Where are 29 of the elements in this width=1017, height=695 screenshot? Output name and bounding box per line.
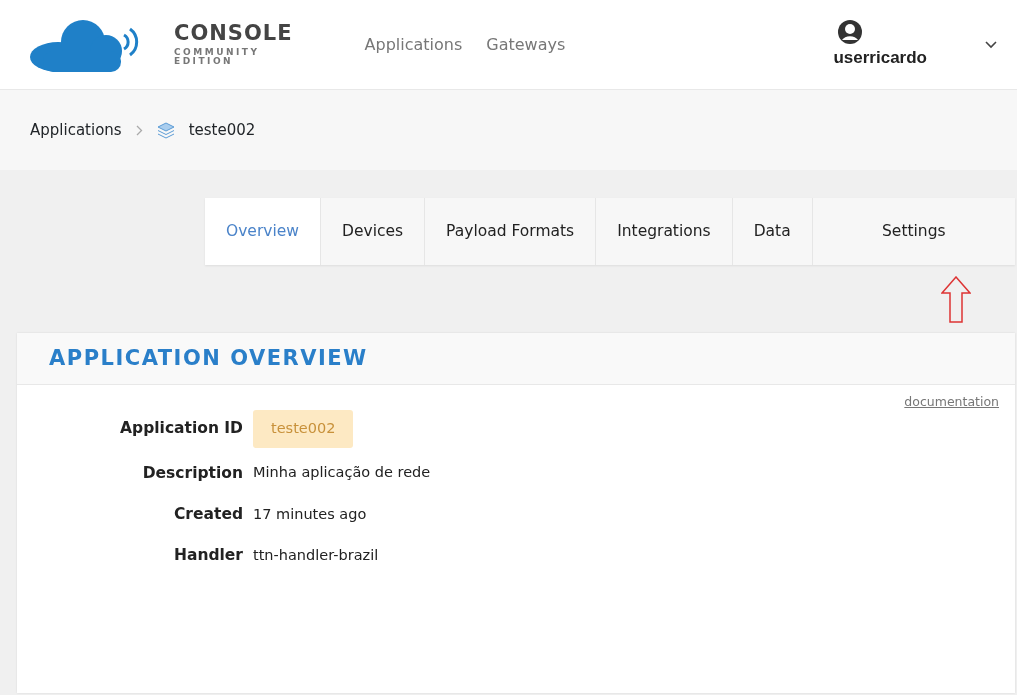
chevron-down-icon[interactable] (985, 40, 997, 49)
field-label: Application ID (119, 418, 243, 439)
tab[interactable]: Data (732, 198, 813, 265)
panel-title: APPLICATION OVERVIEW (49, 344, 368, 372)
avatar-icon (837, 18, 864, 45)
field-label: Description (141, 462, 243, 484)
documentation-link[interactable]: documentation (904, 393, 999, 412)
up-arrow-icon (941, 276, 971, 323)
tab[interactable]: Payload Formats (425, 198, 597, 265)
logo-title: CONSOLE (174, 22, 293, 44)
field-value: Minha aplicação de rede (253, 463, 432, 483)
field-value: 17 minutes ago (253, 504, 368, 524)
user-name: userricardo (833, 46, 927, 69)
id-badge: teste002 (253, 409, 354, 448)
layers-icon (156, 121, 175, 139)
tab[interactable]: Integrations (596, 198, 733, 265)
field-label: Created (173, 503, 243, 525)
logo-subtitle: EDITION (174, 57, 235, 67)
nav-link[interactable]: Applications (364, 32, 463, 57)
breadcrumb-item[interactable]: Applications (30, 118, 122, 142)
tab[interactable]: Settings (812, 198, 1015, 265)
field-label: Handler (172, 545, 243, 566)
tab[interactable]: Overview (205, 198, 321, 265)
tab[interactable]: Devices (321, 198, 426, 265)
logo-subtitle: COMMUNITY (174, 47, 261, 57)
field-value: ttn-handler-brazil (253, 545, 380, 565)
chevron-right-icon (135, 124, 143, 136)
nav-link[interactable]: Gateways (486, 32, 566, 57)
breadcrumb-item: teste002 (188, 119, 256, 141)
